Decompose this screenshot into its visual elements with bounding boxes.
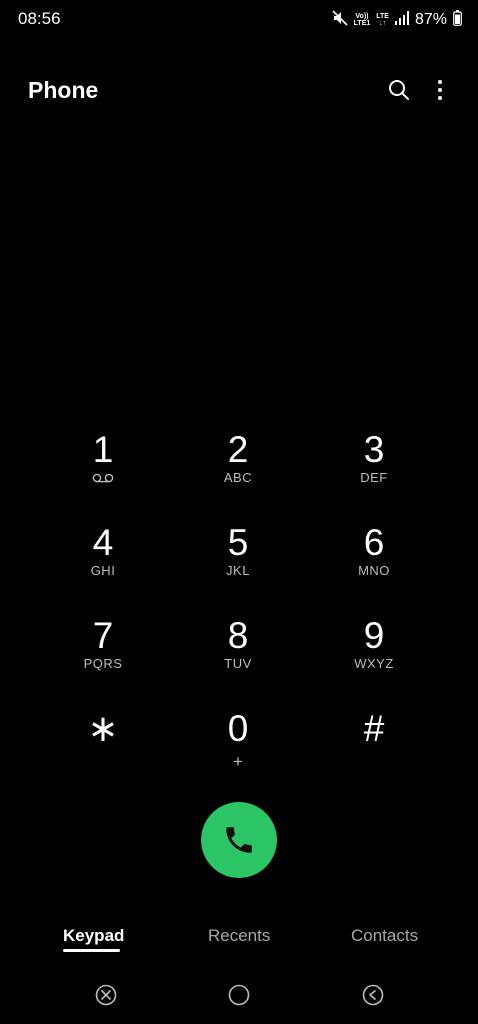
key-5[interactable]: 5 JKL <box>170 513 306 606</box>
key-letters: + <box>233 752 243 771</box>
tab-recents[interactable]: Recents <box>208 926 270 946</box>
search-icon <box>389 80 409 100</box>
status-icons: Vo)) LTE1 LTE ↓↑ 87% <box>332 8 462 32</box>
key-letters: WXYZ <box>354 656 394 671</box>
more-options-icon <box>438 80 442 100</box>
key-8[interactable]: 8 TUV <box>170 606 306 699</box>
call-button[interactable] <box>201 802 277 878</box>
key-digit: ∗ <box>87 708 119 749</box>
key-letters: TUV <box>224 656 252 671</box>
key-digit: # <box>363 708 385 749</box>
key-digit: 6 <box>363 522 385 563</box>
nav-home-button[interactable] <box>227 983 251 1007</box>
navigation-bar <box>0 975 478 1015</box>
key-digit: 9 <box>363 615 385 656</box>
key-0[interactable]: 0 + <box>170 699 306 792</box>
key-digit: 7 <box>92 615 114 656</box>
key-4[interactable]: 4 GHI <box>36 513 170 606</box>
tab-keypad[interactable]: Keypad <box>63 926 124 946</box>
battery-percent: 87% <box>414 11 447 28</box>
signal-icon <box>394 10 409 30</box>
lte-icon: LTE ↓↑ <box>376 13 389 27</box>
volte-icon: Vo)) LTE1 <box>353 13 371 27</box>
key-digit: 0 <box>227 708 249 749</box>
key-letters: ABC <box>223 470 253 485</box>
key-3[interactable]: 3 DEF <box>306 420 442 513</box>
key-digit: 2 <box>227 429 249 470</box>
page-title: Phone <box>28 77 99 103</box>
status-bar: 08:56 Vo)) LTE1 LTE ↓↑ 87% <box>0 0 478 40</box>
key-9[interactable]: 9 WXYZ <box>306 606 442 699</box>
key-6[interactable]: 6 MNO <box>306 513 442 606</box>
mute-icon <box>332 9 348 31</box>
dial-keypad: 1 2 ABC 3 DEF 4 GHI 5 JKL 6 MNO 7 PQRS 8… <box>36 420 442 792</box>
nav-back-button[interactable] <box>361 983 385 1007</box>
key-letters: JKL <box>226 563 250 578</box>
tab-contacts[interactable]: Contacts <box>351 926 418 946</box>
key-letters: GHI <box>90 563 116 578</box>
key-1[interactable]: 1 <box>36 420 170 513</box>
recents-nav-icon <box>95 984 117 1006</box>
key-7[interactable]: 7 PQRS <box>36 606 170 699</box>
key-letters: PQRS <box>83 656 123 671</box>
key-letters: DEF <box>360 470 388 485</box>
key-2[interactable]: 2 ABC <box>170 420 306 513</box>
bottom-tabs: Keypad Recents Contacts <box>0 920 478 960</box>
key-digit: 3 <box>363 429 385 470</box>
nav-recents-button[interactable] <box>94 983 118 1007</box>
key-hash[interactable]: # <box>306 699 442 792</box>
more-options-button[interactable] <box>424 74 456 106</box>
battery-icon <box>453 9 462 31</box>
key-digit: 5 <box>227 522 249 563</box>
home-nav-icon <box>228 984 250 1006</box>
key-digit: 8 <box>227 615 249 656</box>
phone-icon <box>226 827 252 853</box>
active-tab-indicator <box>63 949 120 952</box>
key-digit: 1 <box>92 429 114 470</box>
voicemail-icon <box>92 470 114 486</box>
status-time: 08:56 <box>18 9 61 28</box>
key-star[interactable]: ∗ <box>36 699 170 792</box>
back-nav-icon <box>362 984 384 1006</box>
app-header: Phone <box>0 60 478 120</box>
key-digit: 4 <box>92 522 114 563</box>
key-letters: MNO <box>358 563 390 578</box>
search-button[interactable] <box>383 74 415 106</box>
